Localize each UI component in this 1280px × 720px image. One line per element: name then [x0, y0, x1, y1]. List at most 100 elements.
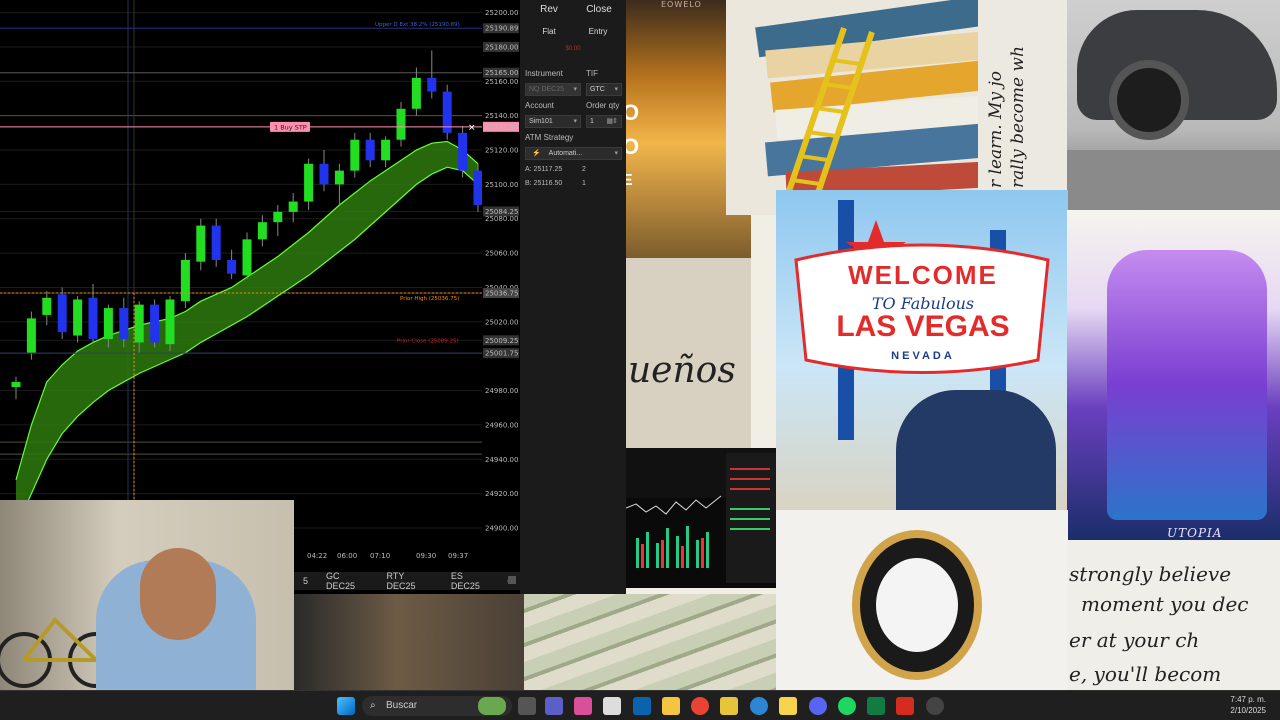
instrument-select[interactable]: NQ DEC25 ▾: [525, 83, 581, 96]
script-line-1: rally become wh: [1008, 46, 1028, 188]
chevron-down-icon: ▾: [614, 150, 618, 157]
order-qty-stepper[interactable]: 1 ▦ ⇕: [586, 115, 622, 128]
sports-car-photo: [1067, 0, 1280, 215]
candle-body: [473, 170, 483, 205]
edge-icon[interactable]: [750, 697, 768, 715]
ladder-graphic: [783, 27, 875, 206]
screen: Upper D Ext 38.2% (25190.89) Prior High (…: [0, 0, 1280, 720]
discord-icon[interactable]: [809, 697, 827, 715]
chatgpt-icon[interactable]: [926, 697, 944, 715]
candle-body: [57, 294, 67, 333]
candle-body: [381, 139, 391, 161]
watch-photo: [776, 510, 1068, 690]
store-icon[interactable]: [603, 697, 621, 715]
file-explorer-icon[interactable]: [662, 697, 680, 715]
candle-body: [396, 108, 406, 140]
ask-size: 2: [582, 166, 586, 173]
candle-body: [257, 222, 267, 240]
instrument-tab-strip: 5 GC DEC25 RTY DEC25 ES DEC25 +: [294, 571, 520, 591]
flat-button[interactable]: Flat: [528, 27, 570, 39]
letter-o2: O: [626, 134, 640, 159]
scroll-handle[interactable]: [508, 576, 516, 584]
order-qty-value: 1: [590, 118, 594, 125]
buy-stop-label: 1 Buy STP: [274, 123, 307, 131]
copilot-icon[interactable]: [574, 697, 592, 715]
chevron-down-icon: ▾: [614, 86, 618, 93]
big-letters: O O E: [626, 96, 639, 198]
trading-screens-photo: [626, 448, 776, 588]
price-axis-label: 24960.00: [485, 421, 518, 429]
candle-body: [334, 170, 344, 185]
tab-partial[interactable]: 5: [294, 576, 317, 586]
candle-body: [319, 163, 329, 185]
car-wheel: [1109, 60, 1189, 140]
tab-rty-dec25[interactable]: RTY DEC25: [377, 571, 441, 591]
vision-board-collage: O O E EOWELO ueños rally become wh r lea…: [626, 0, 1280, 690]
instrument-label: Instrument: [525, 69, 563, 78]
ask-price: A: 25117.25: [525, 166, 563, 173]
candle-body: [88, 297, 98, 339]
chart-trader-panel: Rev Close Flat Entry $0.00 Instrument TI…: [520, 0, 626, 600]
sticky-notes-icon[interactable]: [779, 697, 797, 715]
clock-time: 7:47 p. m.: [1230, 695, 1266, 704]
tif-select[interactable]: GTC ▾: [586, 83, 622, 96]
rev-button[interactable]: Rev: [528, 4, 570, 18]
account-select[interactable]: Sim101 ▾: [525, 115, 581, 128]
instrument-value: NQ DEC25: [529, 86, 565, 93]
candle-body: [196, 225, 206, 262]
person-face: [140, 548, 216, 640]
time-axis-label: 04:22: [307, 552, 327, 560]
system-clock[interactable]: 7:47 p. m. 2/10/2025: [1230, 694, 1266, 716]
outlook-icon[interactable]: [633, 697, 651, 715]
ship-hull: [1107, 250, 1267, 520]
atm-strategy-value: Automati...: [548, 150, 583, 157]
entry-button[interactable]: Entry: [576, 27, 620, 39]
handwritten-note: rally become wh r learn. My jo: [978, 0, 1068, 190]
candle-body: [134, 304, 144, 343]
candle-body: [165, 299, 175, 345]
app-icon[interactable]: [720, 697, 738, 715]
close-button[interactable]: Close: [578, 4, 620, 18]
atm-strategy-select[interactable]: ⚡ Automati... ▾: [525, 147, 622, 160]
teams-icon[interactable]: [545, 697, 563, 715]
atm-strategy-label: ATM Strategy: [525, 133, 574, 142]
money-cash-photo: [294, 594, 776, 690]
candle-body: [211, 225, 221, 260]
chevron-down-icon: ▾: [573, 118, 577, 125]
letter-o1: O: [626, 100, 640, 125]
chrome-icon[interactable]: [691, 697, 709, 715]
script-line-2: r learn. My jo: [986, 71, 1006, 188]
stepper-icon[interactable]: ⇕: [612, 116, 618, 127]
candle-body: [411, 77, 421, 109]
bid-size: 1: [582, 180, 586, 187]
price-axis-label: 25160.00: [485, 78, 518, 86]
price-axis-label: 25036.75: [485, 290, 518, 298]
clock-date: 2/10/2025: [1230, 706, 1266, 715]
excel-icon[interactable]: [867, 697, 885, 715]
candle-body: [119, 308, 129, 339]
windows-taskbar: ⌕ Buscar 7:47 p. m. 2/10/2025: [0, 690, 1280, 720]
candle-body: [427, 77, 437, 92]
widget-icon[interactable]: [478, 697, 506, 715]
spotify-icon[interactable]: [838, 697, 856, 715]
candle-body: [11, 381, 21, 388]
books-ladder-photo: [726, 0, 996, 215]
family-photo: [896, 390, 1056, 510]
logo-text: EOWELO: [661, 0, 702, 9]
price-axis-label: 25060.00: [485, 250, 518, 258]
windows-start-icon[interactable]: [337, 697, 355, 715]
price-axis-label: 25009.25: [485, 337, 518, 345]
tab-es-dec25[interactable]: ES DEC25: [442, 571, 501, 591]
cancel-order-icon[interactable]: ✕: [468, 123, 476, 133]
bid-price: B: 25116.50: [525, 180, 563, 187]
house-photo: [294, 594, 524, 690]
suenos-text: ueños: [628, 350, 736, 391]
price-chart[interactable]: Upper D Ext 38.2% (25190.89) Prior High (…: [0, 0, 520, 575]
vegas-nevada: NEVADA: [891, 350, 955, 362]
tab-gc-dec25[interactable]: GC DEC25: [317, 571, 377, 591]
ninjatrader-icon[interactable]: [896, 697, 914, 715]
task-view-icon[interactable]: [518, 697, 536, 715]
chart-canvas[interactable]: Upper D Ext 38.2% (25190.89) Prior High (…: [0, 0, 520, 575]
price-axis-label: 25165.00: [485, 69, 518, 77]
price-axis-label: 25080.00: [485, 215, 518, 223]
